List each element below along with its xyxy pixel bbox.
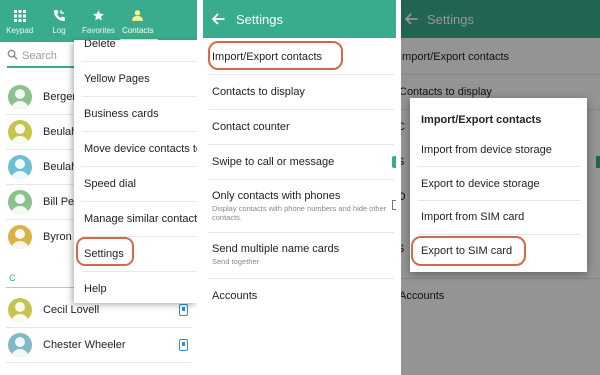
setting-title: Contacts to display: [212, 86, 305, 98]
setting-title: Contact counter: [212, 121, 290, 133]
tab-bar: Keypad Log Favorites Contacts: [0, 0, 197, 42]
app-bar: Settings: [203, 0, 396, 38]
tab-keypad[interactable]: Keypad: [0, 0, 39, 42]
setting-send-multiple-name-cards[interactable]: Send multiple name cards Send together: [203, 236, 396, 272]
setting-contacts-to-display[interactable]: Contacts to display: [203, 75, 396, 109]
setting-title: Only contacts with phones: [212, 190, 341, 202]
avatar: [8, 333, 32, 357]
menu-item-yellow-pages[interactable]: Yellow Pages: [74, 62, 197, 96]
contact-row[interactable]: Chester Wheeler: [0, 328, 197, 362]
toggle-switch[interactable]: [392, 156, 396, 168]
setting-accounts[interactable]: Accounts: [203, 279, 396, 313]
option-import-from-sim-card[interactable]: Import from SIM card: [421, 211, 524, 223]
person-icon: [129, 7, 146, 24]
divider: [209, 179, 394, 180]
tab-label: Favorites: [82, 26, 115, 35]
divider: [6, 362, 191, 363]
setting-only-contacts-with-phones[interactable]: Only contacts with phones Display contac…: [203, 184, 396, 228]
avatar: [8, 120, 32, 144]
setting-title: Send multiple name cards: [212, 242, 340, 255]
import-export-dialog-screen: Settings Import/Export contacts Contacts…: [401, 0, 600, 375]
setting-title: Swipe to call or message: [212, 156, 335, 168]
setting-subtitle: Send together: [212, 256, 260, 266]
avatar: [8, 225, 32, 249]
phone-log-icon: [51, 7, 68, 24]
menu-item-help[interactable]: Help: [74, 272, 197, 303]
contact-name: Chester Wheeler: [43, 339, 126, 351]
menu-item-manage-similar-contacts[interactable]: Manage similar contacts: [74, 202, 197, 236]
contact-name: Beulah: [43, 126, 78, 138]
section-header: C: [9, 273, 16, 283]
sim-card-icon: [179, 304, 188, 316]
option-import-from-device-storage[interactable]: Import from device storage: [421, 144, 552, 156]
tab-label: Keypad: [6, 26, 34, 35]
setting-title: Accounts: [212, 290, 258, 302]
menu-item-move-device-contacts[interactable]: Move device contacts to: [74, 132, 197, 166]
contacts-screen: Keypad Log Favorites Contacts Search Ber…: [0, 0, 197, 375]
divider: [418, 200, 581, 201]
option-export-to-device-storage[interactable]: Export to device storage: [421, 178, 540, 190]
divider: [418, 166, 581, 167]
contact-name: Byron: [43, 231, 72, 243]
tab-favorites[interactable]: Favorites: [79, 0, 118, 42]
avatar: [8, 85, 32, 109]
star-icon: [90, 7, 107, 24]
checkbox[interactable]: [392, 200, 396, 210]
page-title: Settings: [236, 11, 283, 27]
setting-subtitle: Display contacts with phone numbers and …: [212, 204, 387, 222]
setting-contact-counter[interactable]: Contact counter: [203, 110, 396, 144]
menu-item-business-cards[interactable]: Business cards: [74, 97, 197, 131]
sim-card-icon: [179, 339, 188, 351]
contact-name: Berger: [43, 91, 77, 103]
contact-name: Beulah: [43, 161, 78, 173]
export-to-sim-highlight-outline: [411, 236, 526, 266]
tab-label: Contacts: [122, 26, 154, 35]
dialog-title: Import/Export contacts: [421, 114, 542, 126]
menu-item-speed-dial[interactable]: Speed dial: [74, 167, 197, 201]
keypad-icon: [11, 7, 28, 24]
tab-label: Log: [52, 26, 66, 35]
divider: [209, 232, 394, 233]
setting-swipe-to-call[interactable]: Swipe to call or message: [203, 145, 396, 179]
tab-log[interactable]: Log: [39, 0, 78, 42]
import-export-highlight-outline: [208, 41, 343, 70]
settings-highlight-outline: [76, 237, 134, 266]
search-icon: [7, 47, 18, 65]
avatar: [8, 155, 32, 179]
menu-item-delete[interactable]: Delete: [74, 40, 197, 61]
avatar: [8, 190, 32, 214]
contact-name: Cecil Lovell: [43, 304, 100, 316]
search-placeholder: Search: [22, 50, 57, 62]
divider: [418, 234, 581, 235]
avatar: [8, 298, 32, 322]
tab-contacts[interactable]: Contacts: [118, 0, 158, 42]
settings-screen: Settings Import/Export contacts Contacts…: [203, 0, 396, 375]
back-arrow-icon[interactable]: [212, 12, 226, 26]
